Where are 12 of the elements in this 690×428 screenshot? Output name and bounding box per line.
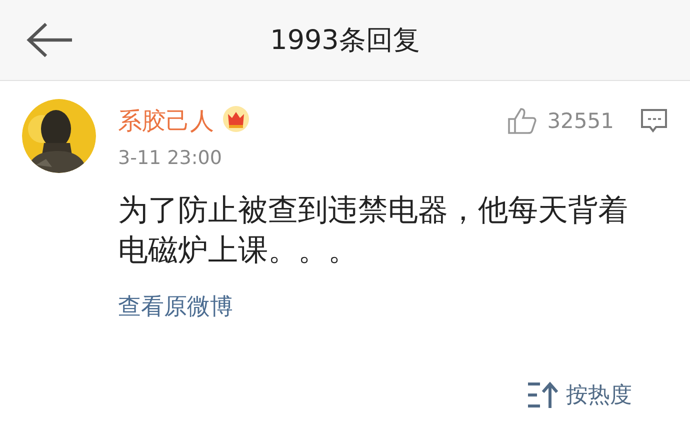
comment-text: 为了防止被查到违禁电器，他每天背着电磁炉上课。。。 bbox=[118, 192, 629, 270]
page-title: 1993条回复 bbox=[270, 24, 420, 58]
back-arrow-icon bbox=[26, 22, 74, 58]
comment-time: 3-11 23:00 bbox=[118, 147, 223, 169]
thumbs-up-icon bbox=[507, 107, 538, 135]
like-button[interactable]: 32551 bbox=[507, 107, 614, 135]
sort-button[interactable]: 按热度 bbox=[526, 380, 632, 410]
view-original-link[interactable]: 查看原微博 bbox=[118, 291, 233, 322]
author-name[interactable]: 系胶己人 bbox=[118, 105, 214, 137]
comment-icon[interactable] bbox=[640, 108, 668, 134]
crown-icon bbox=[222, 105, 250, 133]
sort-icon bbox=[526, 380, 558, 410]
